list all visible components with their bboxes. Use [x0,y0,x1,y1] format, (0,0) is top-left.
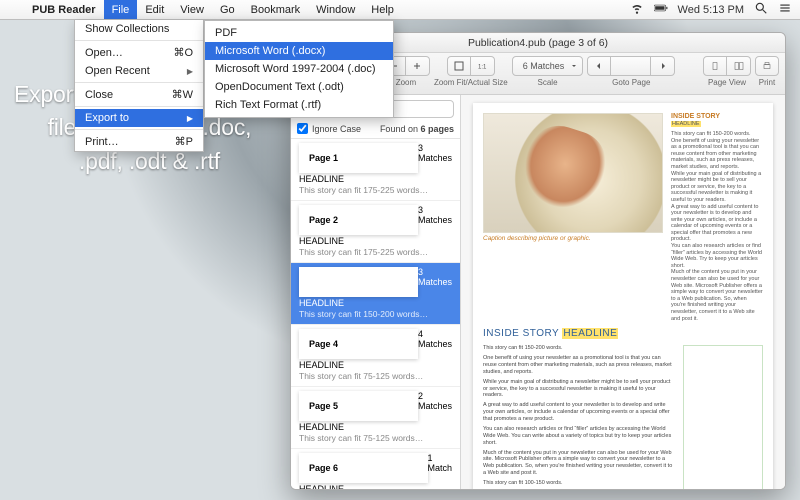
file-open[interactable]: Open…⌘O [75,43,203,62]
side-box [683,345,763,489]
zoom-fit-button[interactable] [447,56,471,76]
page-canvas: Caption describing picture or graphic. I… [473,103,773,489]
print-button[interactable] [755,56,779,76]
search-result[interactable]: Page 44 MatchesHEADLINEThis story can fi… [291,325,460,387]
photo-caption: Caption describing picture or graphic. [483,235,663,242]
search-result[interactable]: Page 23 MatchesHEADLINEThis story can fi… [291,201,460,263]
search-sidebar: Ignore Case Found on 6 pages Page 13 Mat… [291,95,461,489]
gotopage-label: Goto Page [612,78,650,87]
menu-edit[interactable]: Edit [137,0,172,19]
menu-bookmark[interactable]: Bookmark [243,0,309,19]
scale-popup-button[interactable]: 6 Matches [512,56,584,76]
pageview-label: Page View [708,78,746,87]
search-result[interactable]: Page 33 MatchesHEADLINEThis story can fi… [291,263,460,325]
menu-help[interactable]: Help [363,0,402,19]
menu-view[interactable]: View [172,0,212,19]
fit-label: Zoom Fit/Actual Size [434,78,508,87]
file-print[interactable]: Print…⌘P [75,132,203,151]
export-odt[interactable]: OpenDocument Text (.odt) [205,78,393,96]
export-docx[interactable]: Microsoft Word (.docx) [205,42,393,60]
zoom-label: Zoom [396,78,416,87]
search-result[interactable]: Page 52 MatchesHEADLINEThis story can fi… [291,387,460,449]
page-field[interactable] [611,56,651,76]
story-body: This story can fit 150-200 words.One ben… [483,345,675,489]
svg-text:1:1: 1:1 [478,65,487,71]
export-pdf[interactable]: PDF [205,24,393,42]
ignore-case-checkbox[interactable] [297,123,308,134]
menubar-extra-icon[interactable] [778,1,792,18]
file-menu-dropdown: Show Collections Open…⌘O Open Recent Clo… [74,20,204,152]
menu-window[interactable]: Window [308,0,363,19]
search-result[interactable]: Page 61 MatchHEADLINEThis story can fit … [291,449,460,489]
zoom-actual-button[interactable]: 1:1 [471,56,495,76]
page-preview[interactable]: Caption describing picture or graphic. I… [461,95,785,489]
wifi-icon[interactable] [630,1,644,18]
zoom-in-button[interactable] [406,56,430,76]
export-doc[interactable]: Microsoft Word 1997-2004 (.doc) [205,60,393,78]
file-open-recent[interactable]: Open Recent [75,62,203,80]
menubar-clock[interactable]: Wed 5:13 PM [678,4,744,16]
scale-label: Scale [538,78,558,87]
window-title: Publication4.pub (page 3 of 6) [468,37,608,49]
pageview-double-button[interactable] [727,56,751,76]
battery-icon[interactable] [654,1,668,18]
side-story: INSIDE STORY HEADLINE This story can fit… [671,113,763,322]
export-submenu: PDF Microsoft Word (.docx) Microsoft Wor… [204,20,394,118]
menubar: PUB Reader File Edit View Go Bookmark Wi… [0,0,800,20]
ignore-case-label: Ignore Case [312,124,361,134]
story-title: INSIDE STORY HEADLINE [483,328,763,339]
page-photo [483,113,663,233]
search-result[interactable]: Page 13 MatchesHEADLINEThis story can fi… [291,139,460,201]
file-export-to[interactable]: Export to [75,109,203,127]
pageview-single-button[interactable] [703,56,727,76]
file-close[interactable]: Close⌘W [75,85,203,104]
found-count: Found on 6 pages [380,124,454,134]
menu-file[interactable]: File [104,0,138,19]
export-rtf[interactable]: Rich Text Format (.rtf) [205,96,393,114]
print-label: Print [759,78,775,87]
prev-page-button[interactable] [587,56,611,76]
next-page-button[interactable] [651,56,675,76]
menu-go[interactable]: Go [212,0,243,19]
app-name[interactable]: PUB Reader [24,4,104,16]
spotlight-icon[interactable] [754,1,768,18]
file-show-collections[interactable]: Show Collections [75,20,203,38]
